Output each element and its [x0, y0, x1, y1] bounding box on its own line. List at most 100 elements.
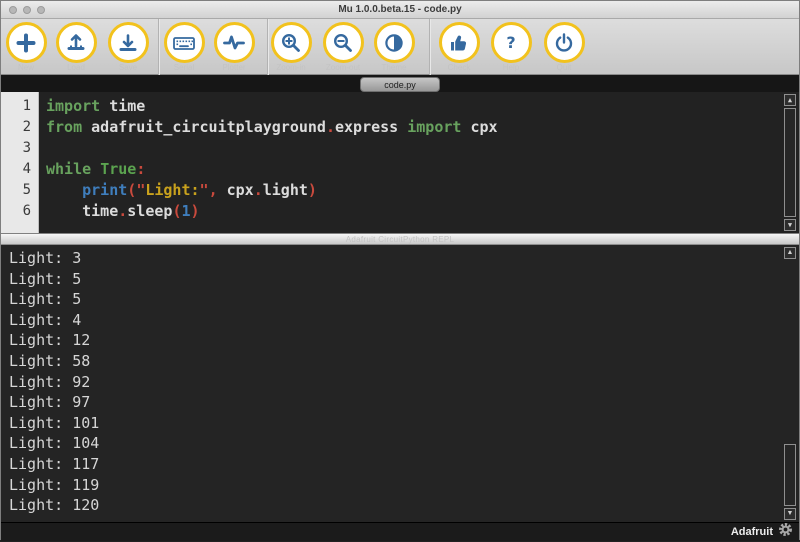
- thumbs-up-icon: [447, 31, 471, 55]
- plus-icon: [14, 31, 38, 55]
- keyboard-icon: [171, 31, 197, 55]
- save-button[interactable]: Save: [106, 22, 150, 72]
- code-token: ": [136, 181, 145, 199]
- code-token: .: [118, 202, 127, 220]
- power-icon: [552, 31, 576, 55]
- tab-code-py[interactable]: code.py: [360, 77, 440, 92]
- code-area[interactable]: import timefrom adafruit_circuitplaygrou…: [39, 92, 799, 233]
- tab-label: code.py: [384, 80, 416, 90]
- mu-editor-window: Mu 1.0.0.beta.15 - code.py New Load Save: [0, 0, 800, 540]
- code-token: (: [127, 181, 136, 199]
- zoom-in-button[interactable]: Zoom-in: [269, 22, 313, 72]
- code-token: [46, 181, 82, 199]
- editor-scrollbar[interactable]: ▲ ▼: [783, 94, 797, 231]
- scroll-up-icon[interactable]: ▲: [784, 247, 796, 259]
- toolbar-button-label: Load: [54, 63, 98, 72]
- tab-bar: code.py: [1, 75, 799, 92]
- zoom-out-icon: [331, 31, 355, 55]
- code-token: time: [46, 202, 118, 220]
- console-line: Light: 3: [9, 248, 779, 269]
- upload-icon: [64, 31, 88, 55]
- code-token: :: [136, 160, 145, 178]
- close-button[interactable]: [9, 6, 17, 14]
- code-token: 1: [181, 202, 190, 220]
- code-token: print: [82, 181, 127, 199]
- line-number: 2: [1, 117, 31, 138]
- titlebar: Mu 1.0.0.beta.15 - code.py: [1, 1, 799, 19]
- code-token: .: [254, 181, 263, 199]
- console-line: Light: 97: [9, 392, 779, 413]
- gear-icon[interactable]: [778, 522, 793, 542]
- line-number-gutter: 123456: [1, 92, 39, 233]
- window-title: Mu 1.0.0.beta.15 - code.py: [338, 4, 461, 15]
- scroll-down-icon[interactable]: ▼: [784, 219, 796, 231]
- console-line: Light: 58: [9, 351, 779, 372]
- code-token: cpx: [461, 118, 497, 136]
- code-token: import: [407, 118, 461, 136]
- console-line: Light: 5: [9, 289, 779, 310]
- code-token: while: [46, 160, 91, 178]
- code-line: print("Light:", cpx.light): [46, 180, 799, 201]
- editor-scrollbar-thumb[interactable]: [784, 108, 796, 217]
- check-button[interactable]: Check: [437, 22, 481, 72]
- code-token: light: [263, 181, 308, 199]
- code-token: adafruit_circuitplayground: [82, 118, 326, 136]
- status-bar: Adafruit: [1, 522, 799, 541]
- splitter-label: Adafruit CircuitPython REPL: [346, 235, 455, 244]
- download-icon: [116, 31, 140, 55]
- toolbar-button-label: Serial: [162, 63, 206, 72]
- code-token: cpx: [218, 181, 254, 199]
- code-token: express: [335, 118, 407, 136]
- console-line: Light: 5: [9, 269, 779, 290]
- line-number: 1: [1, 96, 31, 117]
- code-token: import: [46, 97, 100, 115]
- mode-label: Adafruit: [731, 526, 773, 538]
- toolbar-button-label: Help: [489, 63, 533, 72]
- console-line: Light: 4: [9, 310, 779, 331]
- code-token: ): [308, 181, 317, 199]
- line-number: 6: [1, 201, 31, 222]
- serial-console[interactable]: Light: 3Light: 5Light: 5Light: 4Light: 1…: [1, 245, 799, 522]
- scroll-down-icon[interactable]: ▼: [784, 508, 796, 520]
- zoom-button[interactable]: [37, 6, 45, 14]
- console-scrollbar-thumb[interactable]: [784, 444, 796, 506]
- scroll-up-icon[interactable]: ▲: [784, 94, 796, 106]
- code-token: sleep: [127, 202, 172, 220]
- minimize-button[interactable]: [23, 6, 31, 14]
- code-token: [91, 160, 100, 178]
- code-token: .: [326, 118, 335, 136]
- line-number: 5: [1, 180, 31, 201]
- console-output: Light: 3Light: 5Light: 5Light: 4Light: 1…: [1, 245, 799, 516]
- toolbar-button-label: Zoom-in: [269, 63, 313, 72]
- code-token: ": [200, 181, 209, 199]
- load-button[interactable]: Load: [54, 22, 98, 72]
- console-line: Light: 92: [9, 372, 779, 393]
- line-number: 3: [1, 138, 31, 159]
- zoom-in-icon: [279, 31, 303, 55]
- code-token: True: [100, 160, 136, 178]
- pane-splitter[interactable]: Adafruit CircuitPython REPL: [1, 233, 799, 245]
- serial-button[interactable]: Serial: [162, 22, 206, 72]
- code-line: time.sleep(1): [46, 201, 799, 222]
- toolbar: New Load Save Serial Plotter: [1, 19, 799, 75]
- theme-button[interactable]: Theme: [372, 22, 416, 72]
- toolbar-button-label: New: [4, 63, 48, 72]
- quit-button[interactable]: Quit: [542, 22, 586, 72]
- console-line: Light: 12: [9, 330, 779, 351]
- toolbar-button-label: Quit: [542, 63, 586, 72]
- line-number: 4: [1, 159, 31, 180]
- console-line: Light: 119: [9, 475, 779, 496]
- svg-text:?: ?: [506, 33, 515, 52]
- toolbar-separator: [429, 19, 430, 75]
- console-scrollbar[interactable]: ▲ ▼: [783, 247, 797, 520]
- zoom-out-button[interactable]: Zoom-out: [321, 22, 365, 72]
- code-token: ): [191, 202, 200, 220]
- new-button[interactable]: New: [4, 22, 48, 72]
- help-button[interactable]: ? Help: [489, 22, 533, 72]
- contrast-icon: [382, 31, 406, 55]
- plotter-button[interactable]: Plotter: [212, 22, 256, 72]
- console-line: Light: 117: [9, 454, 779, 475]
- question-icon: ?: [499, 31, 523, 55]
- code-editor[interactable]: 123456 import timefrom adafruit_circuitp…: [1, 92, 799, 233]
- code-line: [46, 138, 799, 159]
